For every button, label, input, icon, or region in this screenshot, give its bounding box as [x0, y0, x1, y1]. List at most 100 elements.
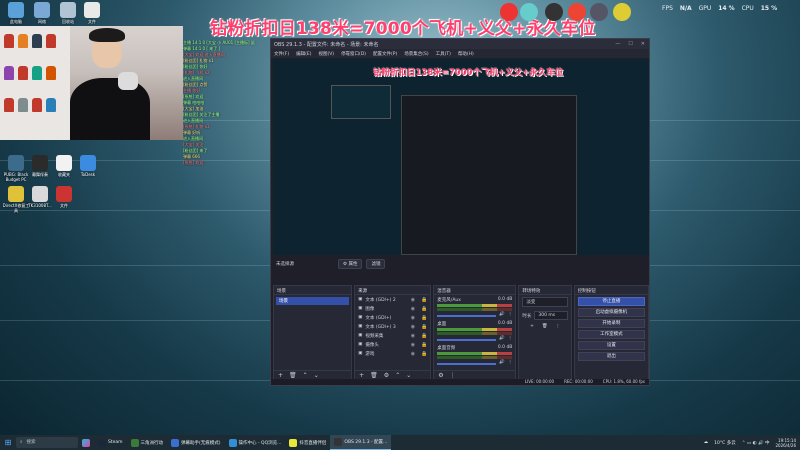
add-icon[interactable]: +	[359, 372, 364, 379]
app-icon-netease[interactable]	[500, 3, 518, 21]
eye-icon[interactable]: ◉	[411, 333, 415, 339]
lock-icon[interactable]: 🔒	[421, 306, 427, 312]
filters-button[interactable]: 滤镜	[366, 259, 386, 269]
obs-preview[interactable]: 钻粉折扣日138米=7000个飞机+义父+永久车位	[273, 59, 649, 255]
menu-item[interactable]: 停靠窗口(D)	[341, 51, 366, 57]
desktop-icon-label: 幕舞伴奏	[32, 172, 48, 177]
taskbar-app[interactable]: 抖音直播伴侣	[285, 435, 330, 450]
eye-icon[interactable]: ◉	[411, 342, 415, 348]
eye-icon[interactable]: ◉	[411, 324, 415, 330]
menu-item[interactable]: 帮助(H)	[458, 51, 474, 57]
source-item[interactable]: ▣ 游戏 ◉ 🔒	[355, 349, 430, 358]
trash-icon[interactable]: 🗑	[289, 372, 297, 379]
more-icon[interactable]: ⋮	[450, 372, 456, 379]
trash-icon[interactable]: 🗑	[542, 324, 548, 329]
source-item[interactable]: ▣ 文本 (GDI+) 2 ◉ 🔒	[355, 295, 430, 304]
gear-icon[interactable]: ⚙	[384, 372, 389, 379]
volume-fader[interactable]	[437, 362, 497, 365]
speaker-icon[interactable]: 🔊	[499, 360, 505, 365]
weather-text[interactable]: 10°C 多云	[714, 440, 736, 446]
control-button[interactable]: 启动虚拟摄像机	[577, 308, 645, 317]
maximize-icon[interactable]: ☐	[628, 41, 632, 47]
eye-icon[interactable]: ◉	[411, 297, 415, 303]
speaker-icon[interactable]: 🔊	[499, 312, 505, 317]
app-label: 抖音直播伴侣	[299, 440, 327, 446]
menu-item[interactable]: 视图(V)	[318, 51, 334, 57]
taskbar-app[interactable]: Steam	[94, 435, 127, 450]
app-icon-d[interactable]	[590, 3, 608, 21]
desktop-icon-network[interactable]: 网络	[28, 2, 56, 24]
tray-icons[interactable]: ⌃ ▭ ◐ 🔊 中	[742, 440, 770, 446]
taskbar-app[interactable]: 弹幕助手(无痕模式)	[167, 435, 225, 450]
taskbar-search[interactable]: ⌕ 搜索	[16, 437, 78, 448]
preview-banner: 钻粉折扣日138米=7000个飞机+义父+永久车位	[373, 68, 564, 78]
menu-item[interactable]: 工具(T)	[436, 51, 451, 57]
source-item[interactable]: ▣ 文本 (GDI+) 3 ◉ 🔒	[355, 322, 430, 331]
duration-input[interactable]: 300 ms	[534, 311, 568, 320]
more-icon[interactable]: ⋮	[556, 324, 561, 329]
windows-start-icon[interactable]: ⊞	[0, 438, 16, 447]
lock-icon[interactable]: 🔒	[421, 324, 427, 330]
menu-item[interactable]: 编辑(E)	[296, 51, 311, 57]
add-icon[interactable]: +	[530, 324, 534, 329]
gear-icon[interactable]: ⚙	[438, 372, 443, 379]
volume-fader[interactable]	[437, 314, 497, 317]
lock-icon[interactable]: 🔒	[421, 342, 427, 348]
speaker-icon[interactable]: 🔊	[499, 336, 505, 341]
menu-item[interactable]: 场景集合(S)	[404, 51, 428, 57]
source-item[interactable]: ▣ 摄像头 ◉ 🔒	[355, 340, 430, 349]
control-button[interactable]: 工作室模式	[577, 330, 645, 339]
obs-titlebar[interactable]: OBS 29.1.3 - 配置文件: 未命名 - 场景: 未命名 — ☐ ✕	[271, 39, 649, 49]
obs-window[interactable]: OBS 29.1.3 - 配置文件: 未命名 - 场景: 未命名 — ☐ ✕ 文…	[270, 38, 650, 386]
arrow-down-icon[interactable]: ⌄	[314, 372, 319, 379]
source-item[interactable]: ▣ 图像 ◉ 🔒	[355, 304, 430, 313]
taskbar-app[interactable]: OBS 29.1.3 - 配置...	[330, 435, 392, 450]
scene-item[interactable]: 场景	[276, 297, 350, 305]
app-icon-e[interactable]	[613, 3, 631, 21]
desktop-icon-pc[interactable]: 此电脑	[2, 2, 30, 24]
app-icon-c[interactable]	[568, 3, 586, 21]
app-icon-game[interactable]	[545, 3, 563, 21]
clock[interactable]: 19:15:14 2026/4/26	[775, 438, 796, 448]
minimize-icon[interactable]: —	[615, 41, 620, 47]
menu-item[interactable]: 文件(F)	[274, 51, 289, 57]
control-button[interactable]: 开始录制	[577, 319, 645, 328]
trash-icon[interactable]: 🗑	[370, 372, 378, 379]
volume-fader[interactable]	[437, 338, 497, 341]
taskbar-app[interactable]: 操作中心 - QQ浏览...	[225, 435, 286, 450]
control-button[interactable]: 停止直播	[577, 297, 645, 306]
app-icon-b[interactable]	[520, 3, 538, 21]
more-icon[interactable]: ⋮	[508, 312, 513, 317]
desktop-icon-file[interactable]: 文件	[78, 2, 106, 24]
lock-icon[interactable]: 🔒	[421, 315, 427, 321]
volume-meter	[437, 308, 513, 311]
source-item[interactable]: ▣ 文本 (GDI+) ◉ 🔒	[355, 313, 430, 322]
lock-icon[interactable]: 🔒	[421, 297, 427, 303]
control-button[interactable]: 设置	[577, 341, 645, 350]
channel-db: 0.0 dB	[497, 345, 513, 350]
arrow-down-icon[interactable]: ⌄	[406, 372, 411, 379]
desktop-icon-todesk[interactable]: ToDesk	[74, 155, 102, 177]
more-icon[interactable]: ⋮	[508, 360, 513, 365]
more-icon[interactable]: ⋮	[508, 336, 513, 341]
channel-name: 桌面音频	[437, 346, 456, 351]
weather-icon[interactable]: ☁	[704, 440, 709, 445]
arrow-up-icon[interactable]: ⌃	[395, 372, 400, 379]
gear-icon: ⚙	[343, 262, 348, 267]
lock-icon[interactable]: 🔒	[421, 351, 427, 357]
taskbar-app[interactable]: 三角洲行动	[127, 435, 168, 450]
control-button[interactable]: 退出	[577, 352, 645, 361]
eye-icon[interactable]: ◉	[411, 315, 415, 321]
eye-icon[interactable]: ◉	[411, 306, 415, 312]
properties-button[interactable]: ⚙ 属性	[338, 259, 363, 269]
menu-item[interactable]: 配置文件(P)	[373, 51, 397, 57]
source-item[interactable]: ▣ 视频采集 ◉ 🔒	[355, 331, 430, 340]
desktop-icon-doc[interactable]: 文件	[50, 186, 78, 208]
close-icon[interactable]: ✕	[641, 41, 645, 47]
taskbar-copilot[interactable]	[78, 435, 94, 450]
transition-select[interactable]: 淡变	[522, 297, 568, 307]
eye-icon[interactable]: ◉	[411, 351, 415, 357]
lock-icon[interactable]: 🔒	[421, 333, 427, 339]
arrow-up-icon[interactable]: ⌃	[303, 372, 308, 379]
add-icon[interactable]: +	[278, 372, 283, 379]
